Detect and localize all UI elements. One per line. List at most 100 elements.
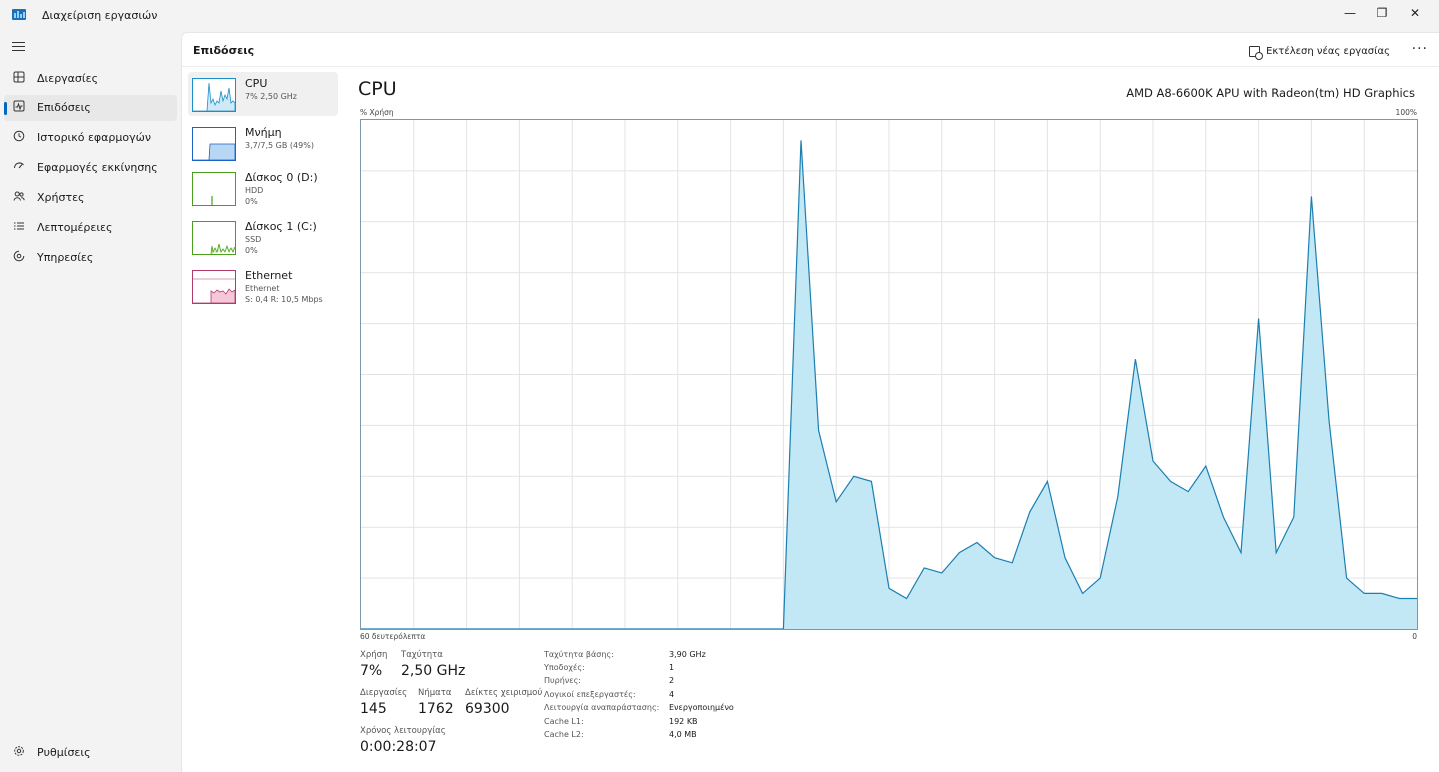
device-name: Δίσκος 1 (C:) xyxy=(245,220,317,233)
maximize-button[interactable]: ❐ xyxy=(1364,0,1400,26)
cpu-data-point xyxy=(395,628,397,629)
services-icon xyxy=(12,250,26,264)
cpu-data-point xyxy=(642,628,644,629)
logical-processors-label: Λογικοί επεξεργαστές: xyxy=(544,690,636,699)
cpu-data-point xyxy=(941,572,943,574)
processes-label: Διεργασίες xyxy=(360,688,408,698)
cpu-data-point xyxy=(677,628,679,629)
task-manager-icon xyxy=(12,9,26,20)
history-icon xyxy=(12,130,26,144)
details-icon xyxy=(12,220,26,234)
sidebar-item-app-history[interactable]: Ιστορικό εφαρμογών xyxy=(4,125,177,151)
device-usage: 0% xyxy=(245,197,258,206)
content-header: Επιδόσεις Εκτέλεση νέας εργασίας ··· xyxy=(182,33,1439,67)
app-title: Διαχείριση εργασιών xyxy=(42,9,158,22)
device-detail: SSD xyxy=(245,235,262,244)
sidebar-item-label: Υπηρεσίες xyxy=(37,251,94,264)
disk-1-thumbnail-graph xyxy=(192,221,236,255)
users-icon xyxy=(12,190,26,204)
sidebar-item-label: Ρυθμίσεις xyxy=(37,746,91,759)
device-item-disk-0[interactable]: Δίσκος 0 (D:) HDD 0% xyxy=(188,166,338,210)
cpu-data-point xyxy=(888,587,890,589)
cpu-data-point xyxy=(483,628,485,629)
run-new-task-button[interactable]: Εκτέλεση νέας εργασίας xyxy=(1249,42,1390,60)
cpu-model: AMD A8-6600K APU with Radeon(tm) HD Grap… xyxy=(1126,86,1415,100)
sidebar-item-details[interactable]: Λεπτομέρειες xyxy=(4,215,177,241)
grid-icon xyxy=(12,71,26,85)
l1-cache-value: 192 KB xyxy=(669,717,698,726)
cpu-data-point xyxy=(659,628,661,629)
cpu-data-point xyxy=(1205,465,1207,467)
cpu-data-point xyxy=(589,628,591,629)
cpu-data-point xyxy=(1381,592,1383,594)
sidebar-item-label: Χρήστες xyxy=(37,191,85,204)
cpu-data-point xyxy=(1346,577,1348,579)
cpu-data-point xyxy=(518,628,520,629)
utilization-label: Χρήση xyxy=(360,650,388,660)
cpu-data-point xyxy=(1398,598,1400,600)
l2-cache-label: Cache L2: xyxy=(544,730,584,739)
cpu-data-point xyxy=(958,552,960,554)
hamburger-menu-icon[interactable] xyxy=(12,42,25,52)
device-detail: 3,7/7,5 GB (49%) xyxy=(245,141,314,150)
run-new-task-label: Εκτέλεση νέας εργασίας xyxy=(1266,45,1390,57)
cpu-data-point xyxy=(994,557,996,559)
cpu-data-point xyxy=(448,628,450,629)
sockets-label: Υποδοχές: xyxy=(544,663,585,672)
run-task-icon xyxy=(1249,45,1264,60)
base-speed-value: 3,90 GHz xyxy=(669,650,706,659)
cpu-title: CPU xyxy=(358,78,397,100)
cpu-data-point xyxy=(1258,318,1260,320)
cores-value: 2 xyxy=(669,676,675,685)
sidebar-item-processes[interactable]: Διεργασίες xyxy=(4,66,177,92)
cpu-data-point xyxy=(1117,496,1119,498)
handles-label: Δείκτες χειρισμού xyxy=(465,688,543,698)
device-item-cpu[interactable]: CPU 7% 2,50 GHz xyxy=(188,72,338,116)
close-button[interactable]: ✕ xyxy=(1397,0,1433,26)
cpu-data-point xyxy=(818,430,820,432)
cpu-data-point xyxy=(1275,552,1277,554)
handles-value: 69300 xyxy=(465,701,510,717)
device-name: Δίσκος 0 (D:) xyxy=(245,171,318,184)
cpu-data-point xyxy=(1170,480,1172,482)
cpu-data-point xyxy=(1328,419,1330,421)
device-item-disk-1[interactable]: Δίσκος 1 (C:) SSD 0% xyxy=(188,215,338,259)
cpu-data-point xyxy=(1011,562,1013,564)
cpu-data-point xyxy=(1222,516,1224,518)
device-throughput: S: 0,4 R: 10,5 Mbps xyxy=(245,295,323,304)
sidebar-item-label: Διεργασίες xyxy=(37,72,99,85)
device-name: CPU xyxy=(245,77,268,90)
uptime-label: Χρόνος λειτουργίας xyxy=(360,726,446,736)
device-detail: Ethernet xyxy=(245,284,280,293)
sidebar-item-performance[interactable]: Επιδόσεις xyxy=(4,95,177,121)
sidebar-item-label: Εφαρμογές εκκίνησης xyxy=(37,161,158,174)
sidebar-item-startup-apps[interactable]: Εφαρμογές εκκίνησης xyxy=(4,155,177,181)
sidebar: Διεργασίες Επιδόσεις Ιστορικό εφαρμογών … xyxy=(0,32,180,772)
cpu-data-point xyxy=(624,628,626,629)
cpu-data-point xyxy=(361,628,362,629)
l2-cache-value: 4,0 MB xyxy=(669,730,697,739)
cpu-data-point xyxy=(466,628,468,629)
cpu-data-point xyxy=(923,567,925,569)
sidebar-item-users[interactable]: Χρήστες xyxy=(4,185,177,211)
y-axis-max-label: 100% xyxy=(1395,108,1417,117)
cpu-usage-chart xyxy=(361,120,1417,629)
uptime-value: 0:00:28:07 xyxy=(360,739,437,755)
cpu-data-point xyxy=(1293,516,1295,518)
sidebar-item-settings[interactable]: Ρυθμίσεις xyxy=(4,740,177,766)
processes-value: 145 xyxy=(360,701,387,717)
sidebar-item-services[interactable]: Υπηρεσίες xyxy=(4,245,177,271)
device-item-memory[interactable]: Μνήμη 3,7/7,5 GB (49%) xyxy=(188,121,338,165)
speed-value: 2,50 GHz xyxy=(401,663,466,679)
cpu-data-point xyxy=(765,628,767,629)
cpu-data-point xyxy=(554,628,556,629)
minimize-button[interactable]: — xyxy=(1332,0,1368,26)
device-name: Μνήμη xyxy=(245,126,282,139)
device-item-ethernet[interactable]: Ethernet Ethernet S: 0,4 R: 10,5 Mbps xyxy=(188,264,338,308)
cpu-thumbnail-graph xyxy=(192,78,236,112)
disk-0-thumbnail-graph xyxy=(192,172,236,206)
x-axis-left-label: 60 δευτερόλεπτα xyxy=(360,632,426,641)
cpu-data-point xyxy=(1134,358,1136,360)
l1-cache-label: Cache L1: xyxy=(544,717,584,726)
more-options-button[interactable]: ··· xyxy=(1412,41,1428,57)
